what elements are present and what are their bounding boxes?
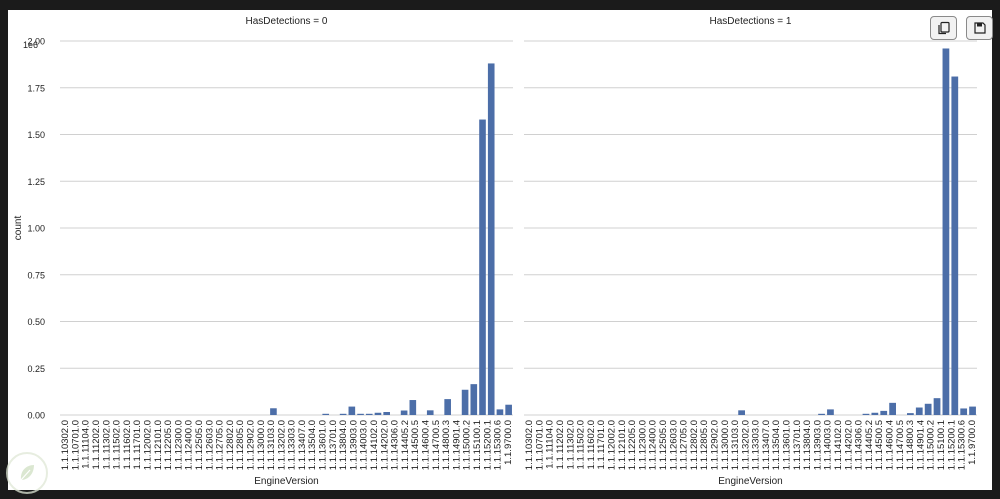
bar	[969, 406, 976, 415]
y-tick-label: 2.00	[27, 37, 45, 47]
y-axis-label: count	[13, 216, 24, 241]
bar	[400, 410, 408, 415]
y-tick-label: 1.00	[27, 224, 45, 234]
bar	[461, 389, 469, 415]
y-tick-label: 1.50	[27, 130, 45, 140]
bar	[933, 398, 941, 415]
x-axis-label: EngineVersion	[254, 476, 319, 487]
facet-title: HasDetections = 1	[710, 16, 792, 27]
bar	[915, 407, 923, 415]
bar	[942, 48, 950, 415]
bar	[339, 413, 347, 415]
facet-title: HasDetections = 0	[246, 16, 328, 27]
x-axis-label: EngineVersion	[718, 476, 783, 487]
bar	[889, 402, 896, 415]
bar	[924, 403, 932, 415]
chart-figure: 1e6 0.00 0.25 0.50 0.75 1.00 1.25 1.50 1.75 2.00 c…	[8, 10, 993, 490]
x-tick-label: 1.1.9700.0	[967, 420, 978, 465]
y-tick-label: 0.25	[27, 364, 45, 374]
copy-icon	[937, 21, 950, 35]
y-tick-label: 1.75	[27, 83, 45, 93]
bar	[907, 413, 914, 415]
save-button[interactable]	[966, 16, 993, 40]
bar	[383, 412, 390, 415]
bar	[365, 413, 373, 415]
y-tick-label: 0.50	[27, 317, 45, 327]
bar	[960, 408, 968, 415]
y-tick-label: 0.00	[27, 411, 45, 421]
bar	[505, 404, 512, 415]
bar	[871, 412, 879, 415]
save-icon	[973, 22, 986, 34]
bar	[470, 384, 478, 415]
bar	[357, 413, 364, 415]
bar	[951, 76, 959, 415]
bar	[322, 413, 330, 415]
bar	[496, 409, 504, 415]
bar	[444, 399, 451, 415]
bar	[409, 400, 417, 415]
bar	[270, 408, 277, 415]
bar	[479, 119, 486, 415]
copy-button[interactable]	[930, 16, 957, 40]
leaf-logo	[6, 452, 48, 494]
x-tick-label: 1.1.9700.0	[503, 420, 514, 465]
bar	[818, 413, 825, 415]
bar	[738, 410, 745, 415]
bar	[426, 410, 434, 415]
y-tick-label: 1.25	[27, 177, 45, 187]
bar	[827, 409, 834, 415]
bar	[374, 412, 382, 415]
leaf-icon	[20, 465, 34, 481]
y-tick-label: 0.75	[27, 270, 45, 280]
bar	[348, 406, 356, 415]
bar	[880, 410, 888, 415]
bar	[862, 413, 870, 415]
bar	[487, 63, 495, 415]
faceted-bar-chart: 1e60.000.250.500.751.001.251.501.752.00c…	[13, 16, 978, 487]
